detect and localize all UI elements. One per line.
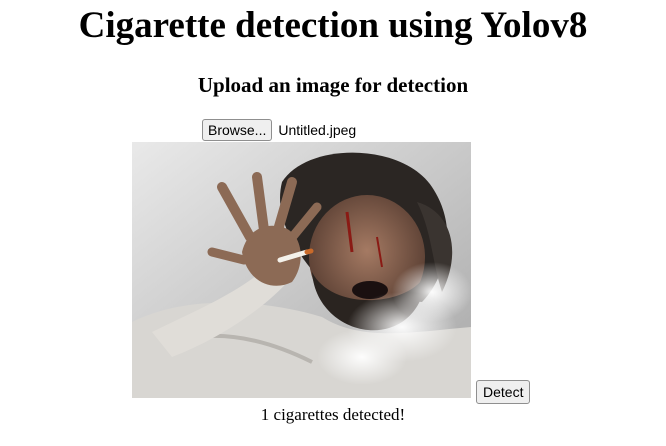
- detect-button[interactable]: Detect: [476, 380, 531, 404]
- detection-result: 1 cigarettes detected!: [260, 405, 406, 424]
- file-upload-field[interactable]: Browse... Untitled.jpeg: [202, 119, 356, 141]
- page-subtitle: Upload an image for detection: [197, 73, 469, 97]
- browse-button[interactable]: Browse...: [202, 119, 273, 141]
- uploaded-image-preview: [132, 142, 471, 398]
- photo-illustration: [132, 142, 471, 398]
- page: Cigarette detection using Yolov8 Upload …: [0, 0, 666, 446]
- selected-file-name: Untitled.jpeg: [278, 122, 357, 138]
- page-title: Cigarette detection using Yolov8: [78, 5, 588, 46]
